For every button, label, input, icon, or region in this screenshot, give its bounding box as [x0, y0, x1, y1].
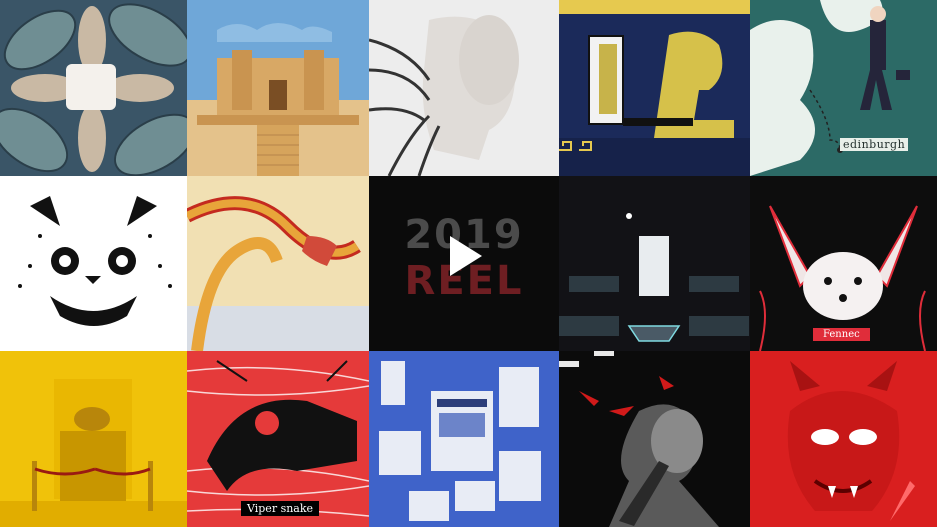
caption-fennec: Fennec [813, 328, 870, 341]
action-man-illustration [559, 351, 750, 527]
newspaper-board-illustration [369, 351, 559, 527]
dark-stage-illustration [559, 176, 750, 351]
tile-action-man [559, 351, 750, 527]
tile-cat-face [0, 176, 187, 351]
tile-red-devil [750, 351, 937, 527]
dragon-illustration [187, 176, 369, 351]
golden-brain-illustration [0, 351, 187, 527]
tile-dragon [187, 176, 369, 351]
play-icon [450, 236, 482, 276]
caption-viper-snake: Viper snake [241, 501, 320, 516]
tile-viper-snake: Viper snake [187, 351, 369, 527]
fennec-fox-illustration [750, 176, 937, 351]
robot-head-illustration [369, 0, 559, 176]
tile-greek-computer [559, 0, 750, 176]
tile-edinburgh-map: edinburgh [750, 0, 937, 176]
cat-face-illustration [0, 176, 187, 351]
greek-computer-illustration [559, 0, 750, 176]
tile-golden-brain [0, 351, 187, 527]
tile-flower-3d [0, 0, 187, 176]
red-devil-illustration [750, 351, 937, 527]
video-thumbnail-grid[interactable]: edinburgh 2019 REEL Fennec Viper snake [0, 0, 937, 527]
tile-egypt-temple [187, 0, 369, 176]
tile-robot-head [369, 0, 559, 176]
egypt-temple-illustration [187, 0, 369, 176]
tile-dark-stage [559, 176, 750, 351]
tile-2019-reel[interactable]: 2019 REEL [369, 176, 559, 351]
tile-newspaper-board [369, 351, 559, 527]
flower-3d-illustration [0, 0, 187, 176]
tile-fennec-fox: Fennec [750, 176, 937, 351]
caption-edinburgh: edinburgh [840, 138, 909, 151]
play-button[interactable] [440, 232, 488, 280]
